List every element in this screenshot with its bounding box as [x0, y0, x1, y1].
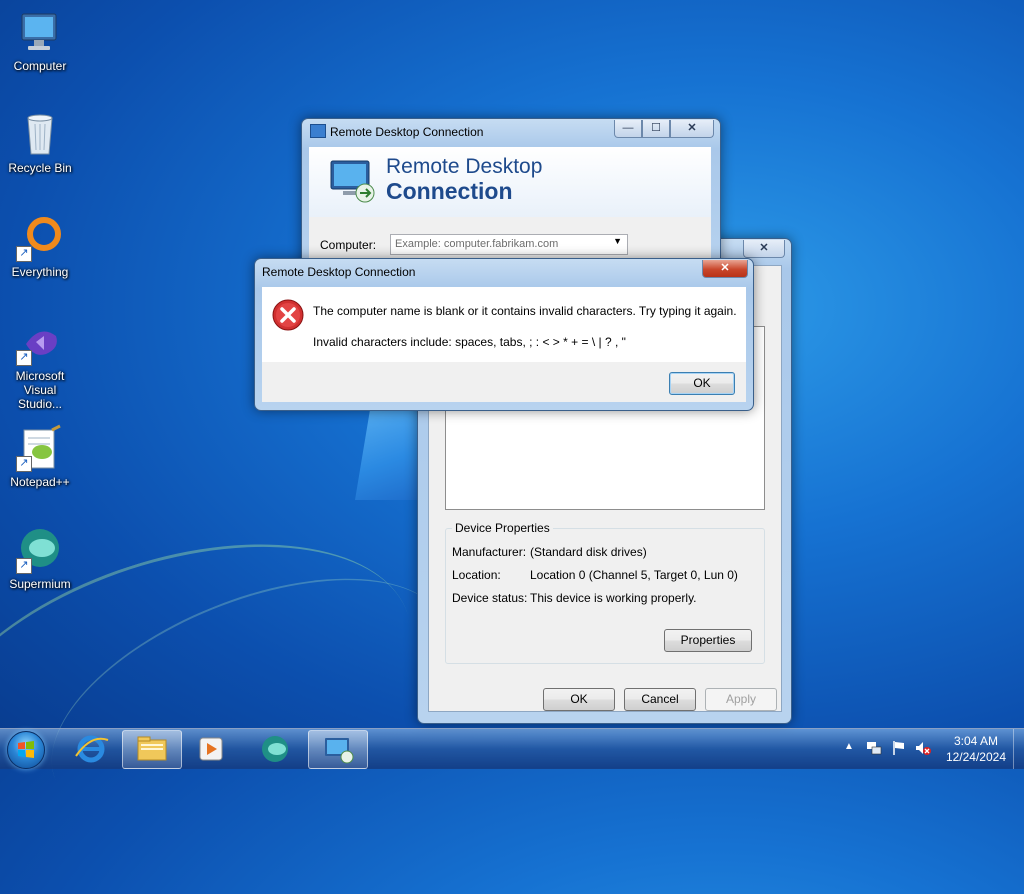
ok-button[interactable]: OK — [543, 688, 615, 711]
rdc-banner: Remote Desktop Connection — [309, 147, 711, 217]
error-dialog[interactable]: Remote Desktop Connection ✕ The computer… — [254, 258, 754, 411]
ok-button[interactable]: OK — [669, 372, 735, 395]
system-clock[interactable]: 3:04 AM 12/24/2024 — [946, 733, 1006, 765]
clock-time: 3:04 AM — [953, 734, 998, 748]
network-icon[interactable] — [866, 740, 882, 756]
taskbar: ▲ 3:04 AM 12/24/2024 — [0, 728, 1024, 769]
close-button[interactable]: ✕ — [743, 240, 785, 258]
minimize-button[interactable]: — — [614, 120, 642, 138]
rdc-app-icon — [310, 124, 326, 138]
desktop-icon-visual-studio[interactable]: ↗ Microsoft Visual Studio... — [2, 318, 78, 411]
shortcut-arrow-icon: ↗ — [16, 558, 32, 574]
manufacturer-label: Manufacturer: — [452, 545, 527, 559]
remote-desktop-icon — [325, 738, 354, 764]
desktop-icon-supermium[interactable]: ↗ Supermium — [2, 526, 78, 591]
show-hidden-icons-chevron-up-icon[interactable]: ▲ — [844, 741, 854, 752]
desktop-icon-recycle-bin[interactable]: Recycle Bin — [2, 110, 78, 175]
device-status-value: This device is working properly. — [530, 591, 697, 605]
error-icon — [272, 299, 304, 334]
error-detail: Invalid characters include: spaces, tabs… — [313, 335, 626, 349]
desktop-icon-notepad-plus-plus[interactable]: ↗ Notepad++ — [2, 424, 78, 489]
maximize-button[interactable]: ☐ — [642, 120, 670, 138]
windows-logo-icon — [18, 741, 34, 758]
supermium-icon: ↗ — [16, 526, 64, 574]
show-desktop-button[interactable] — [1013, 729, 1024, 769]
chevron-down-icon[interactable]: ▼ — [613, 236, 622, 246]
taskbar-media-player[interactable] — [182, 730, 240, 767]
location-label: Location: — [452, 568, 501, 582]
supermium-icon — [262, 736, 288, 762]
device-status-label: Device status: — [452, 591, 528, 605]
visual-studio-icon: ↗ — [16, 318, 64, 366]
dialog-title: Remote Desktop Connection — [262, 265, 416, 279]
cancel-button[interactable]: Cancel — [624, 688, 696, 711]
error-message: The computer name is blank or it contain… — [313, 304, 737, 318]
properties-button[interactable]: Properties — [664, 629, 752, 652]
shortcut-arrow-icon: ↗ — [16, 350, 32, 366]
remote-desktop-window[interactable]: Remote Desktop Connection — ☐ ✕ Remote D… — [301, 118, 721, 280]
group-title: Device Properties — [452, 521, 553, 535]
internet-explorer-icon — [75, 735, 109, 763]
action-center-flag-icon[interactable] — [891, 740, 907, 756]
shortcut-arrow-icon: ↗ — [16, 246, 32, 262]
volume-muted-icon[interactable] — [914, 740, 932, 756]
taskbar-internet-explorer[interactable] — [62, 730, 120, 767]
folder-icon — [137, 736, 167, 761]
taskbar-supermium[interactable] — [246, 730, 304, 767]
banner-line2: Connection — [386, 178, 513, 204]
taskbar-file-explorer[interactable] — [122, 730, 182, 769]
media-player-icon — [199, 737, 223, 761]
desktop-icon-everything[interactable]: ↗ Everything — [2, 214, 78, 279]
window-title: Remote Desktop Connection — [330, 125, 484, 139]
taskbar-remote-desktop[interactable] — [308, 730, 368, 769]
close-button[interactable]: ✕ — [670, 120, 714, 138]
manufacturer-value: (Standard disk drives) — [530, 545, 647, 559]
device-properties-group: Device Properties Manufacturer: (Standar… — [445, 521, 765, 664]
dialog-message-area: The computer name is blank or it contain… — [262, 287, 746, 362]
notepad-plus-plus-icon: ↗ — [16, 424, 64, 472]
computer-combobox[interactable]: Example: computer.fabrikam.com ▼ — [390, 234, 628, 255]
close-button[interactable]: ✕ — [702, 260, 748, 278]
apply-button[interactable]: Apply — [705, 688, 777, 711]
everything-icon: ↗ — [16, 214, 64, 262]
computer-placeholder: Example: computer.fabrikam.com — [395, 238, 559, 250]
rdc-monitor-icon — [327, 155, 377, 208]
computer-icon — [16, 8, 64, 56]
start-button[interactable] — [7, 731, 45, 769]
title-bar[interactable]: Remote Desktop Connection ✕ — [255, 259, 753, 283]
banner-line1: Remote Desktop — [386, 155, 543, 178]
recycle-bin-icon — [16, 110, 64, 158]
clock-date: 12/24/2024 — [945, 750, 1006, 764]
shortcut-arrow-icon: ↗ — [16, 456, 32, 472]
title-bar[interactable]: Remote Desktop Connection — ☐ ✕ — [302, 119, 720, 143]
location-value: Location 0 (Channel 5, Target 0, Lun 0) — [530, 568, 738, 582]
desktop-icon-computer[interactable]: Computer — [2, 8, 78, 73]
computer-label: Computer: — [320, 238, 377, 252]
